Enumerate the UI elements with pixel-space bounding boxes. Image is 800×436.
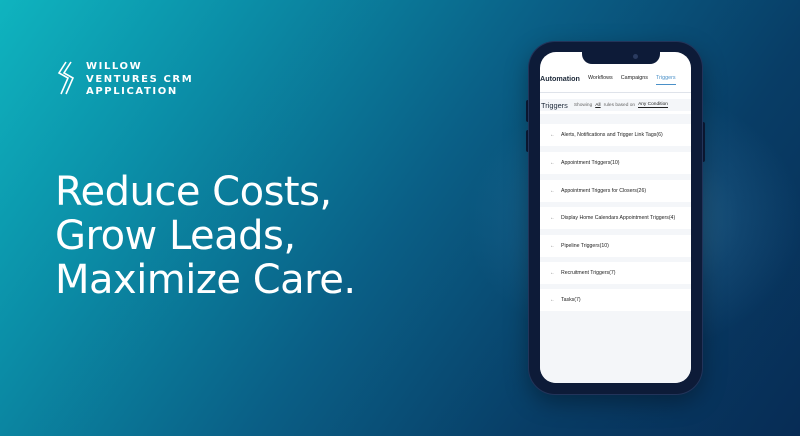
willow-logo-icon <box>57 61 75 95</box>
trigger-list: ← Alerts, Notifications and Trigger Link… <box>540 114 691 383</box>
brand-line-2: VENTURES CRM <box>86 73 194 85</box>
list-item[interactable]: ← Appointment Triggers for Closers(26) <box>540 180 691 202</box>
arrow-left-icon: ← <box>550 160 555 166</box>
list-item[interactable]: ← Pipeline Triggers(10) <box>540 235 691 257</box>
list-item[interactable]: ← Tasks(7) <box>540 289 691 311</box>
filter-select[interactable]: All <box>595 103 600 108</box>
arrow-left-icon: ← <box>550 132 555 138</box>
app-nav: Automation Workflows Campaigns Triggers <box>540 70 691 86</box>
arrow-left-icon: ← <box>550 188 555 194</box>
condition-select[interactable]: Any Condition <box>638 102 668 108</box>
rules-based-on-label: rules based on <box>603 102 636 108</box>
arrow-left-icon: ← <box>550 215 555 221</box>
tab-triggers[interactable]: Triggers <box>655 75 676 85</box>
list-item-label: Appointment Triggers for Closers(26) <box>561 188 647 194</box>
list-item-label: Display Home Calendars Appointment Trigg… <box>561 215 676 221</box>
nav-divider <box>540 92 691 93</box>
list-item[interactable]: ← Alerts, Notifications and Trigger Link… <box>540 124 691 146</box>
list-item[interactable]: ← Display Home Calendars Appointment Tri… <box>540 207 691 229</box>
phone-notch <box>582 49 660 64</box>
arrow-left-icon: ← <box>550 297 555 303</box>
tab-campaigns[interactable]: Campaigns <box>621 75 648 81</box>
phone-screen: Automation Workflows Campaigns Triggers … <box>540 52 691 383</box>
tab-workflows[interactable]: Workflows <box>588 75 613 81</box>
list-item-label: Recruitment Triggers(7) <box>561 270 616 276</box>
list-item-label: Alerts, Notifications and Trigger Link T… <box>561 132 663 138</box>
arrow-left-icon: ← <box>550 243 555 249</box>
app-title: Automation <box>540 73 580 83</box>
camera-icon <box>633 54 638 59</box>
brand-line-3: APPLICATION <box>86 86 178 97</box>
list-item-label: Pipeline Triggers(10) <box>561 243 609 249</box>
arrow-left-icon: ← <box>550 270 555 276</box>
list-item[interactable]: ← Appointment Triggers(10) <box>540 152 691 174</box>
brand: WILLOW VENTURES CRM APPLICATION <box>56 61 193 99</box>
headline-line-1: Reduce Costs, <box>55 169 332 215</box>
brand-line-1: WILLOW <box>86 61 143 72</box>
list-item-label: Appointment Triggers(10) <box>561 160 620 166</box>
headline-line-3: Maximize Care. <box>55 257 356 303</box>
headline: Reduce Costs, Grow Leads, Maximize Care. <box>55 170 356 302</box>
list-item[interactable]: ← Recruitment Triggers(7) <box>540 262 691 284</box>
section-title: Triggers <box>541 100 568 110</box>
triggers-subheader: Triggers Showing All rules based on Any … <box>540 99 691 111</box>
brand-name: WILLOW VENTURES CRM APPLICATION <box>86 61 193 99</box>
list-item-label: Tasks(7) <box>561 297 581 303</box>
headline-line-2: Grow Leads, <box>55 213 296 259</box>
showing-label: Showing <box>573 102 593 108</box>
